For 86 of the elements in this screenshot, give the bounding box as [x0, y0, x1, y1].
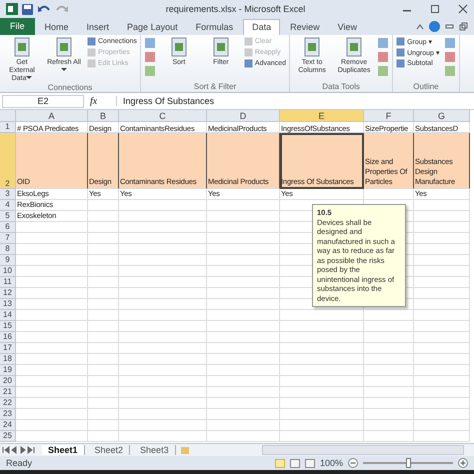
row-header[interactable]: 24 — [0, 420, 16, 431]
view-button[interactable] — [290, 458, 300, 468]
row-header[interactable]: 7 — [0, 233, 16, 244]
tool-icon[interactable] — [144, 51, 156, 63]
window-title: requirements.xlsx - Microsoft Excel — [164, 4, 306, 14]
document-icon — [170, 37, 188, 57]
ribbon-tab[interactable]: Data — [243, 19, 280, 35]
tool-icon[interactable] — [444, 37, 456, 49]
row-header[interactable]: 19 — [0, 365, 16, 376]
row-header[interactable]: 2 — [0, 133, 16, 189]
document-icon — [55, 37, 73, 57]
row-header[interactable]: 23 — [0, 409, 16, 420]
redo-icon — [55, 4, 69, 14]
column-header[interactable]: C — [119, 110, 207, 122]
group-label: Data Tools — [321, 82, 361, 92]
row-header[interactable]: 14 — [0, 310, 16, 321]
zoom-in-icon[interactable] — [458, 458, 468, 468]
document-icon — [345, 37, 364, 57]
column-header[interactable]: F — [364, 110, 414, 122]
column-header[interactable]: B — [88, 110, 119, 122]
column-header[interactable]: E — [280, 110, 364, 122]
tool-icon[interactable] — [144, 65, 156, 77]
row-header[interactable]: 1 — [0, 122, 16, 133]
tool-icon[interactable] — [377, 51, 390, 63]
minimize-icon[interactable] — [445, 22, 454, 31]
name-box[interactable]: E2 — [2, 94, 84, 108]
help-icon[interactable] — [429, 21, 440, 32]
document-icon — [13, 37, 31, 57]
caret-icon — [61, 67, 67, 72]
file-tab[interactable]: File — [0, 18, 35, 35]
ribbon-tab[interactable]: Formulas — [188, 20, 242, 35]
document-icon — [212, 37, 230, 57]
column-header[interactable]: G — [414, 110, 470, 122]
tool-icon[interactable] — [444, 51, 456, 63]
ribbon-tab[interactable]: Insert — [78, 20, 118, 35]
insert-function-button[interactable]: fx — [90, 96, 110, 106]
excel-logo-icon[interactable] — [6, 3, 18, 15]
document-icon — [303, 37, 322, 57]
close-icon[interactable] — [458, 4, 468, 14]
formula-field[interactable]: Ingress Of Substances — [116, 96, 474, 106]
row-header[interactable]: 17 — [0, 343, 16, 354]
group-label: Connections — [46, 83, 94, 93]
column-header[interactable]: D — [207, 110, 280, 122]
ribbon-tab[interactable]: Home — [36, 20, 77, 35]
row-header[interactable]: 10 — [0, 266, 16, 277]
row-header[interactable]: 12 — [0, 288, 16, 299]
row-header[interactable]: 13 — [0, 299, 16, 310]
sheet-tab[interactable]: Sheet3 — [134, 445, 176, 455]
status-text: Ready — [6, 458, 32, 468]
zoom-out-icon[interactable] — [348, 458, 358, 468]
caret-icon — [26, 75, 32, 80]
column-header[interactable]: A — [16, 110, 88, 122]
undo-icon[interactable] — [37, 4, 51, 14]
group-label: Outline — [412, 82, 440, 92]
tool-icon[interactable] — [377, 37, 390, 49]
row-header[interactable]: 9 — [0, 255, 16, 266]
restore-icon[interactable] — [459, 22, 468, 31]
row-header[interactable]: 11 — [0, 277, 16, 288]
tool-icon[interactable] — [144, 37, 156, 49]
view-button[interactable] — [304, 458, 315, 468]
row-header[interactable]: 25 — [0, 431, 16, 442]
row-header[interactable]: 15 — [0, 321, 16, 332]
row-header[interactable]: 3 — [0, 189, 16, 200]
row-header[interactable]: 4 — [0, 200, 16, 211]
tool-icon[interactable] — [377, 65, 390, 77]
group-label: Sort & Filter — [192, 82, 238, 92]
sheet-tab[interactable]: Sheet1 — [42, 445, 85, 455]
row-header[interactable]: 5 — [0, 211, 16, 222]
caret-icon[interactable] — [416, 22, 424, 30]
slider-thumb[interactable] — [406, 458, 411, 468]
ribbon-tab[interactable]: Page Layout — [119, 20, 186, 35]
tool-icon[interactable] — [444, 65, 456, 77]
row-header[interactable]: 22 — [0, 398, 16, 409]
row-header[interactable]: 6 — [0, 222, 16, 233]
row-header[interactable]: 21 — [0, 387, 16, 398]
ribbon-tab[interactable]: Review — [282, 20, 328, 35]
ribbon-tab[interactable]: View — [330, 20, 365, 35]
zoom-level[interactable]: 100% — [320, 458, 343, 468]
horizontal-scrollbar[interactable] — [262, 445, 464, 455]
save-icon[interactable] — [22, 4, 33, 14]
maximize-icon[interactable] — [430, 4, 440, 14]
row-header[interactable]: 20 — [0, 376, 16, 387]
row-header[interactable]: 16 — [0, 332, 16, 343]
row-header[interactable]: 8 — [0, 244, 16, 255]
row-header[interactable]: 18 — [0, 354, 16, 365]
sheet-tab[interactable]: Sheet2 — [88, 445, 130, 455]
